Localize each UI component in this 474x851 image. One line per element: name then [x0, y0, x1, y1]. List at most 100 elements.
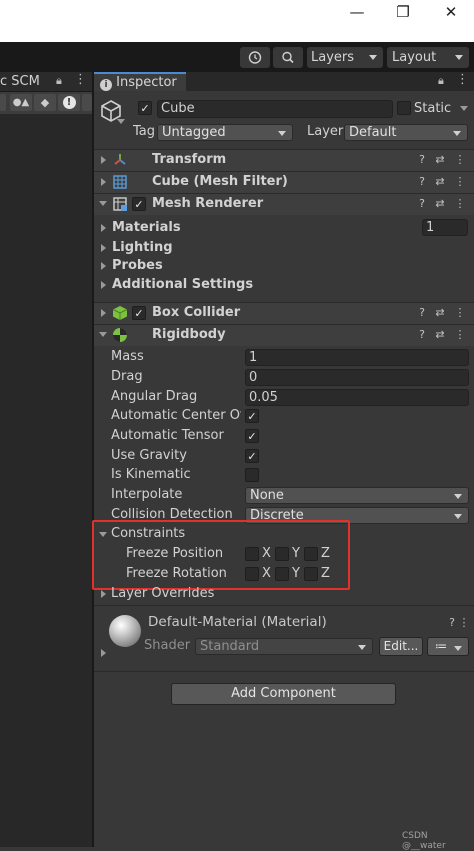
foldout-arrow-icon[interactable]	[101, 281, 106, 289]
foldout-arrow-icon[interactable]	[101, 262, 106, 270]
use-gravity-checkbox[interactable]: ✓	[245, 449, 259, 463]
lock-icon[interactable]: 🔒︎	[56, 74, 62, 88]
box-collider-icon	[112, 305, 128, 321]
close-button[interactable]: ✕	[436, 0, 466, 24]
foldout-arrow-icon[interactable]	[101, 590, 106, 598]
tool-button[interactable]	[82, 94, 92, 111]
enabled-checkbox[interactable]: ✓	[132, 306, 146, 320]
more-icon[interactable]: ⋮	[453, 328, 467, 342]
chevron-down-icon[interactable]	[117, 119, 125, 124]
warning-icon[interactable]: !	[58, 94, 80, 111]
foldout-arrow-icon[interactable]	[101, 649, 106, 657]
watermark: CSDN @__water	[402, 831, 446, 851]
help-icon[interactable]: ?	[415, 153, 429, 167]
layer-dropdown[interactable]: Default	[344, 124, 468, 141]
angular-drag-field[interactable]: 0.05	[245, 389, 469, 406]
materials-count-field[interactable]: 1	[422, 219, 468, 236]
angular-drag-label: Angular Drag	[111, 389, 198, 404]
object-name-field[interactable]: Cube	[157, 100, 393, 118]
tag-icon[interactable]: ◆	[34, 94, 56, 111]
auto-center-of-mass-checkbox[interactable]: ✓	[245, 409, 259, 423]
history-button[interactable]	[240, 47, 270, 68]
auto-center-of-mass-label: Automatic Center Of M	[111, 408, 241, 423]
foldout-arrow-icon[interactable]	[101, 156, 106, 164]
tab-inspector[interactable]: i Inspector	[94, 72, 186, 91]
is-kinematic-checkbox[interactable]	[245, 468, 259, 482]
additional-settings-foldout[interactable]: Additional Settings	[112, 276, 253, 294]
chevron-down-icon[interactable]	[460, 106, 468, 111]
foldout-arrow-icon[interactable]	[99, 332, 107, 337]
presets-icon[interactable]: ⇄	[433, 197, 447, 211]
drag-field[interactable]: 0	[245, 369, 469, 386]
component-title: Cube (Mesh Filter)	[152, 174, 288, 189]
drag-label: Drag	[111, 369, 143, 384]
lock-icon[interactable]: 🔒︎	[438, 74, 444, 88]
add-component-button[interactable]: Add Component	[171, 683, 396, 705]
interpolate-dropdown[interactable]: None	[245, 487, 469, 504]
more-icon[interactable]: ⋮	[74, 72, 87, 87]
static-label: Static	[414, 101, 452, 116]
materials-foldout[interactable]: Materials	[112, 219, 181, 237]
static-checkbox[interactable]	[397, 101, 411, 115]
material-preview-sphere	[109, 615, 141, 647]
layer-label: Layer	[307, 124, 344, 139]
enabled-checkbox[interactable]: ✓	[132, 197, 146, 211]
component-title: Transform	[152, 152, 227, 167]
more-icon[interactable]: ⋮	[453, 306, 467, 320]
mesh-filter-icon	[112, 174, 128, 190]
more-icon[interactable]: ⋮	[453, 175, 467, 189]
tab-inspector-label: Inspector	[116, 75, 177, 90]
presets-icon[interactable]: ⇄	[433, 153, 447, 167]
search-button[interactable]	[273, 47, 303, 68]
rigidbody-icon	[112, 327, 128, 343]
highlight-annotation	[92, 520, 350, 590]
foldout-arrow-icon[interactable]	[101, 178, 106, 186]
probes-foldout[interactable]: Probes	[112, 257, 163, 275]
minimize-button[interactable]: —	[342, 0, 372, 24]
material-name: Default-Material (Material)	[148, 614, 327, 630]
mesh-renderer-icon	[112, 196, 128, 212]
auto-tensor-label: Automatic Tensor	[111, 428, 224, 443]
layer-overrides-foldout[interactable]: Layer Overrides	[111, 585, 214, 603]
help-icon[interactable]: ?	[415, 306, 429, 320]
active-checkbox[interactable]: ✓	[138, 101, 152, 115]
more-icon[interactable]: ⋮	[453, 197, 467, 211]
shader-label: Shader	[144, 638, 191, 653]
foldout-arrow-icon[interactable]	[99, 201, 107, 206]
info-icon: i	[100, 79, 112, 91]
auto-tensor-checkbox[interactable]: ✓	[245, 429, 259, 443]
layout-dropdown[interactable]: Layout	[387, 47, 469, 68]
transform-icon	[112, 152, 128, 168]
foldout-arrow-icon[interactable]	[101, 224, 106, 232]
presets-icon[interactable]: ⇄	[433, 175, 447, 189]
lighting-foldout[interactable]: Lighting	[112, 239, 173, 257]
tag-label: Tag	[133, 124, 156, 139]
shapes-icon[interactable]: ●▲	[10, 94, 32, 111]
foldout-arrow-icon[interactable]	[101, 244, 106, 252]
more-icon[interactable]: ⋮	[453, 153, 467, 167]
more-icon[interactable]: ⋮	[456, 72, 469, 87]
shader-dropdown[interactable]: Standard	[195, 638, 373, 655]
left-panel-tab[interactable]: c SCM	[0, 73, 40, 91]
help-icon[interactable]: ?	[415, 328, 429, 342]
tag-dropdown[interactable]: Untagged	[157, 124, 293, 141]
list-icon[interactable]: ≔	[427, 637, 469, 656]
component-title: Box Collider	[152, 305, 241, 320]
presets-icon[interactable]: ⇄	[433, 328, 447, 342]
layers-dropdown[interactable]: Layers	[307, 47, 383, 68]
tool-button[interactable]	[0, 94, 6, 111]
more-icon[interactable]: ⋮	[457, 616, 471, 630]
mass-field[interactable]: 1	[245, 349, 469, 366]
edit-shader-button[interactable]: Edit...	[379, 637, 423, 656]
help-icon[interactable]: ?	[415, 175, 429, 189]
component-title: Mesh Renderer	[152, 196, 264, 211]
foldout-arrow-icon[interactable]	[101, 309, 106, 317]
is-kinematic-label: Is Kinematic	[111, 467, 191, 482]
separator	[94, 605, 474, 606]
mass-label: Mass	[111, 349, 144, 364]
presets-icon[interactable]: ⇄	[433, 306, 447, 320]
search-icon	[282, 51, 294, 64]
maximize-button[interactable]: ❐	[388, 0, 418, 24]
history-icon	[248, 51, 262, 64]
help-icon[interactable]: ?	[415, 197, 429, 211]
